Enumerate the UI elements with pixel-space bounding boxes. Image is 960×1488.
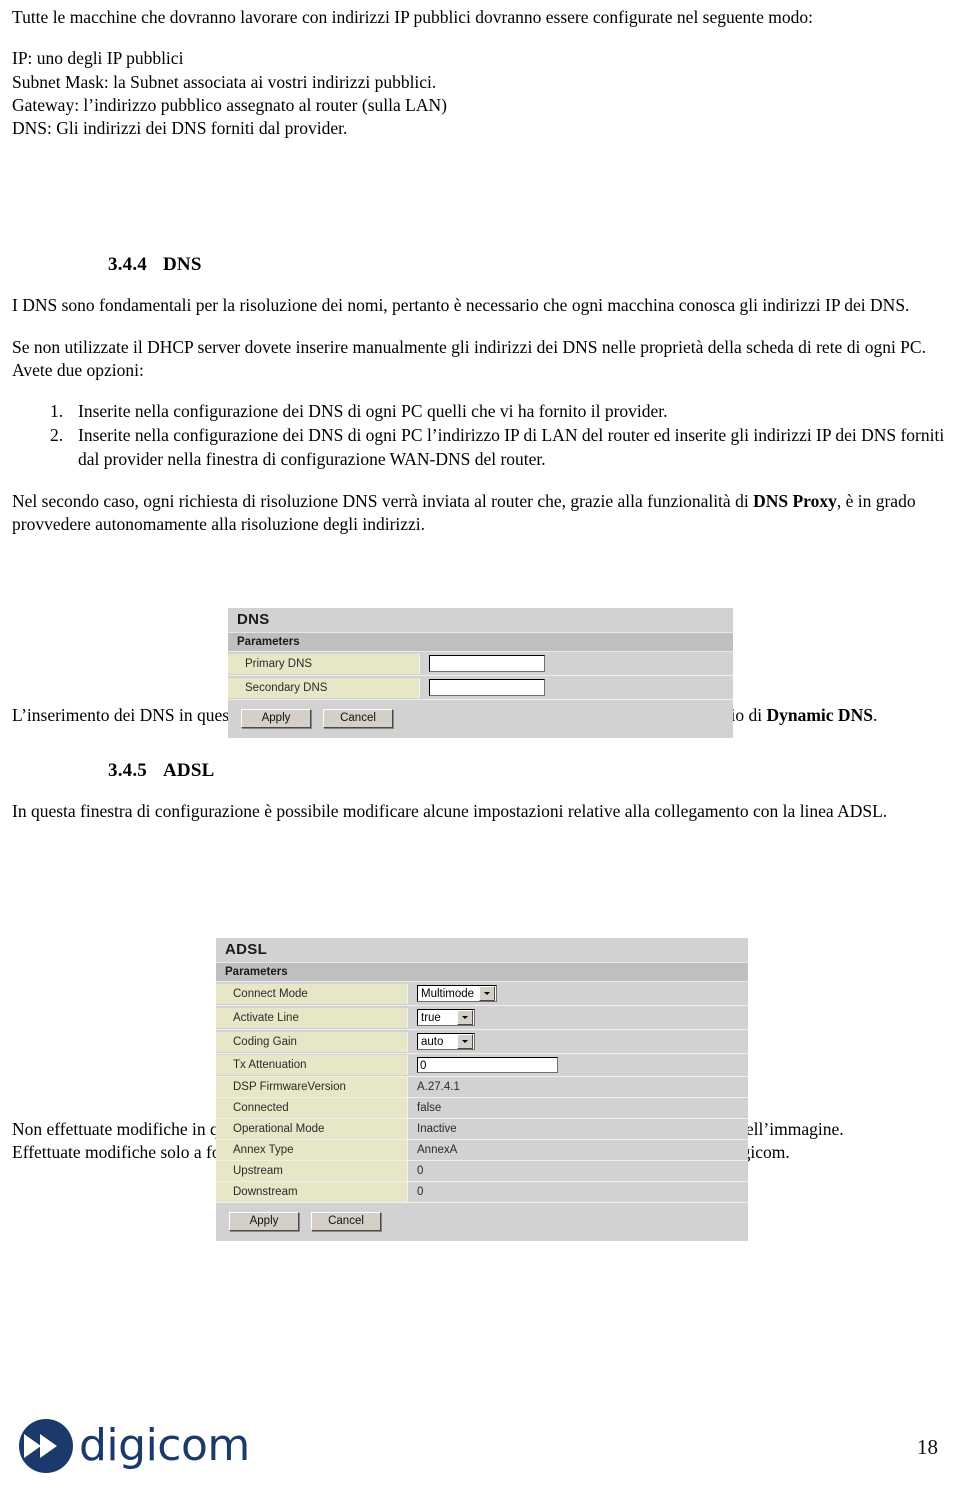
dns-paragraph-2: Se non utilizzate il DHCP server dovete …	[12, 336, 926, 380]
page-number: 18	[917, 1435, 938, 1459]
digicom-logo: digicom	[18, 1418, 250, 1474]
section-number-345: 3.4.5	[108, 759, 147, 781]
intro-line-gateway: Gateway: l’indirizzo pubblico assegnato …	[12, 94, 447, 115]
connect-mode-label: Connect Mode	[216, 983, 408, 1004]
secondary-dns-value-cell	[420, 676, 733, 699]
dns-panel-buttons: Apply Cancel	[228, 700, 733, 738]
coding-gain-value-cell: auto	[408, 1030, 748, 1053]
primary-dns-input[interactable]	[429, 655, 545, 672]
chevron-down-icon[interactable]	[479, 986, 496, 1001]
section-heading-dns: 3.4.4 DNS	[108, 254, 948, 276]
table-row: Coding Gain auto	[216, 1030, 748, 1054]
upstream-value: 0	[417, 1165, 424, 1177]
adsl-config-panel: ADSL Parameters Connect Mode Multimode A…	[216, 938, 748, 1241]
intro-line-dns: DNS: Gli indirizzi dei DNS forniti dal p…	[12, 118, 348, 139]
page-footer: digicom 18	[0, 1378, 960, 1488]
section-heading-adsl: 3.4.5 ADSL	[108, 760, 948, 782]
tx-attenuation-input[interactable]: 0	[417, 1057, 558, 1073]
list-item: 2. Inserite nella configurazione dei DNS…	[12, 424, 948, 471]
dns-proxy-paragraph: Nel secondo caso, ogni richiesta di riso…	[12, 490, 948, 537]
tx-attenuation-value-cell: 0	[408, 1054, 748, 1076]
secondary-dns-input[interactable]	[429, 679, 545, 696]
operational-mode-value: Inactive	[417, 1123, 457, 1135]
dns-paragraph-1: I DNS sono fondamentali per la risoluzio…	[12, 295, 910, 316]
digicom-mark-icon	[19, 1419, 73, 1473]
activate-line-select[interactable]: true	[417, 1009, 475, 1026]
adsl-panel-buttons: Apply Cancel	[216, 1203, 748, 1241]
table-row: Primary DNS	[228, 652, 733, 676]
table-row: Downstream 0	[216, 1182, 748, 1203]
adsl-paragraph-1: In questa finestra di configurazione è p…	[12, 800, 888, 821]
table-row: Connect Mode Multimode	[216, 982, 748, 1006]
chevron-down-icon[interactable]	[457, 1034, 473, 1049]
connected-value: false	[417, 1102, 442, 1114]
secondary-dns-label: Secondary DNS	[228, 677, 420, 698]
coding-gain-select[interactable]: auto	[417, 1033, 475, 1050]
table-row: Tx Attenuation 0	[216, 1054, 748, 1077]
section-title-adsl: ADSL	[163, 759, 215, 781]
tx-attenuation-label: Tx Attenuation	[216, 1055, 408, 1075]
dns-options-list: 1. Inserite nella configurazione dei DNS…	[12, 400, 948, 471]
table-row: Connected false	[216, 1098, 748, 1119]
dns-panel-subhead: Parameters	[228, 632, 733, 652]
connected-label: Connected	[216, 1098, 408, 1118]
intro-line-ip: IP: uno degli IP pubblici	[12, 48, 184, 69]
list-item-text: Inserite nella configurazione dei DNS di…	[78, 425, 945, 469]
table-row: DSP FirmwareVersion A.27.4.1	[216, 1077, 748, 1098]
list-marker: 1.	[50, 401, 64, 422]
connect-mode-value-cell: Multimode	[408, 982, 748, 1005]
activate-line-selected-value: true	[421, 1011, 441, 1024]
section-title-dns: DNS	[163, 254, 202, 276]
connect-mode-select[interactable]: Multimode	[417, 985, 498, 1002]
primary-dns-label: Primary DNS	[228, 653, 420, 674]
coding-gain-selected-value: auto	[421, 1035, 444, 1048]
dynamic-dns-text-after: .	[872, 705, 878, 726]
upstream-label: Upstream	[216, 1161, 408, 1181]
adsl-panel-title: ADSL	[216, 938, 748, 962]
list-item-text: Inserite nella configurazione dei DNS di…	[78, 401, 668, 422]
connect-mode-selected-value: Multimode	[421, 987, 475, 1000]
dsp-firmware-version-value: A.27.4.1	[417, 1081, 460, 1093]
list-item: 1. Inserite nella configurazione dei DNS…	[12, 400, 948, 423]
dns-config-panel: DNS Parameters Primary DNS Secondary DNS…	[228, 608, 733, 738]
table-row: Activate Line true	[216, 1006, 748, 1030]
intro-line-subnet: Subnet Mask: la Subnet associata ai vost…	[12, 71, 437, 92]
section-number-344: 3.4.4	[108, 254, 147, 276]
intro-lead: Tutte le macchine che dovranno lavorare …	[12, 7, 814, 27]
primary-dns-value-cell	[420, 652, 733, 675]
table-row: Annex Type AnnexA	[216, 1140, 748, 1161]
activate-line-label: Activate Line	[216, 1007, 408, 1028]
dns-proxy-text-before: Nel secondo caso, ogni richiesta di riso…	[12, 490, 754, 511]
dns-apply-button[interactable]: Apply	[241, 709, 311, 728]
table-row: Secondary DNS	[228, 676, 733, 700]
operational-mode-label: Operational Mode	[216, 1119, 408, 1139]
adsl-panel-subhead: Parameters	[216, 962, 748, 982]
dsp-firmware-version-label: DSP FirmwareVersion	[216, 1077, 408, 1097]
table-row: Upstream 0	[216, 1161, 748, 1182]
downstream-label: Downstream	[216, 1182, 408, 1202]
downstream-value: 0	[417, 1186, 424, 1198]
document-page: Tutte le macchine che dovranno lavorare …	[0, 0, 960, 1488]
dns-proxy-emphasis: DNS Proxy	[753, 490, 837, 511]
dynamic-dns-emphasis: Dynamic DNS	[766, 705, 873, 726]
adsl-apply-button[interactable]: Apply	[229, 1212, 299, 1231]
digicom-wordmark: digicom	[79, 1420, 250, 1471]
list-marker: 2.	[50, 425, 64, 446]
coding-gain-label: Coding Gain	[216, 1031, 408, 1052]
chevron-down-icon[interactable]	[457, 1010, 473, 1025]
activate-line-value-cell: true	[408, 1006, 748, 1029]
table-row: Operational Mode Inactive	[216, 1119, 748, 1140]
annex-type-label: Annex Type	[216, 1140, 408, 1160]
dns-panel-title: DNS	[228, 608, 733, 632]
dns-cancel-button[interactable]: Cancel	[323, 709, 393, 728]
annex-type-value: AnnexA	[417, 1144, 458, 1156]
adsl-cancel-button[interactable]: Cancel	[311, 1212, 381, 1231]
